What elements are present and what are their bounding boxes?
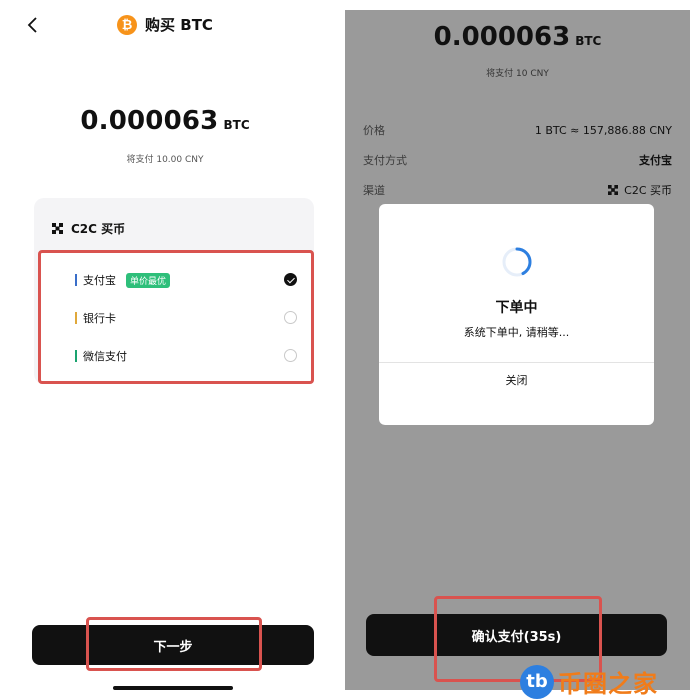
home-indicator <box>113 686 233 690</box>
payment-method-row: 支付方式 支付宝 <box>363 151 672 169</box>
highlight-box <box>86 617 262 671</box>
channel-row: 渠道 C2C 买币 <box>363 181 672 199</box>
method-bar <box>75 274 77 286</box>
amount-value: 0.000063 <box>80 106 219 136</box>
row-label: 渠道 <box>363 184 385 197</box>
method-bank-card[interactable]: 银行卡 <box>75 308 116 328</box>
header: ₿ 购买 BTC <box>0 14 330 35</box>
c2c-header: C2C 买币 <box>52 220 125 237</box>
row-value: 1 BTC ≈ 157,886.88 CNY <box>534 123 672 137</box>
method-bar <box>75 350 77 362</box>
amount-display: 0.000063 BTC <box>345 22 690 52</box>
page-title: 购买 BTC <box>145 16 213 34</box>
radio-alipay[interactable] <box>284 273 297 286</box>
method-bar <box>75 312 77 324</box>
btc-coin-icon: ₿ <box>117 14 138 35</box>
pay-note: 将支付 10.00 CNY <box>126 155 204 165</box>
row-value: 支付宝 <box>639 154 672 167</box>
c2c-icon <box>608 185 619 195</box>
divider <box>379 362 654 363</box>
pay-note: 将支付 10 CNY <box>486 69 549 79</box>
channel-label: C2C 买币 <box>624 184 672 197</box>
dialog-message: 系统下单中, 请稍等... <box>463 326 570 339</box>
row-value: C2C 买币 <box>608 182 672 198</box>
best-price-badge: 单价最优 <box>126 272 171 288</box>
method-label: 微信支付 <box>83 350 127 363</box>
watermark-logo: tb 币圈之家 <box>520 664 658 699</box>
payment-method-list: 支付宝 单价最优 银行卡 微信支付 <box>38 250 314 384</box>
amount-unit: BTC <box>575 34 602 48</box>
ordering-dialog: 下单中 系统下单中, 请稍等... 关闭 <box>379 204 654 425</box>
purchase-screen: ₿ 购买 BTC 0.000063 BTC 将支付 10.00 CNY C2C … <box>0 0 330 700</box>
amount-unit: BTC <box>223 118 250 132</box>
method-wechat-pay[interactable]: 微信支付 <box>75 346 127 366</box>
loading-spinner-icon <box>502 247 532 277</box>
method-alipay[interactable]: 支付宝 单价最优 <box>75 270 171 290</box>
amount-display: 0.000063 BTC <box>0 106 330 136</box>
price-row: 价格 1 BTC ≈ 157,886.88 CNY <box>363 121 672 139</box>
method-label: 银行卡 <box>83 312 116 325</box>
radio-bank-card[interactable] <box>284 311 297 324</box>
row-label: 支付方式 <box>363 154 407 167</box>
watermark-badge: tb <box>520 664 554 699</box>
c2c-icon <box>52 223 63 234</box>
amount-value: 0.000063 <box>433 22 571 52</box>
method-label: 支付宝 <box>83 274 116 287</box>
c2c-title: C2C 买币 <box>71 222 126 236</box>
row-label: 价格 <box>363 124 385 137</box>
watermark-text: 币圈之家 <box>558 670 658 698</box>
radio-wechat-pay[interactable] <box>284 349 297 362</box>
order-confirm-screen: 0.000063 BTC 将支付 10 CNY 价格 1 BTC ≈ 157,8… <box>345 10 690 690</box>
close-button[interactable]: 关闭 <box>379 372 654 388</box>
dialog-title: 下单中 <box>495 300 538 316</box>
